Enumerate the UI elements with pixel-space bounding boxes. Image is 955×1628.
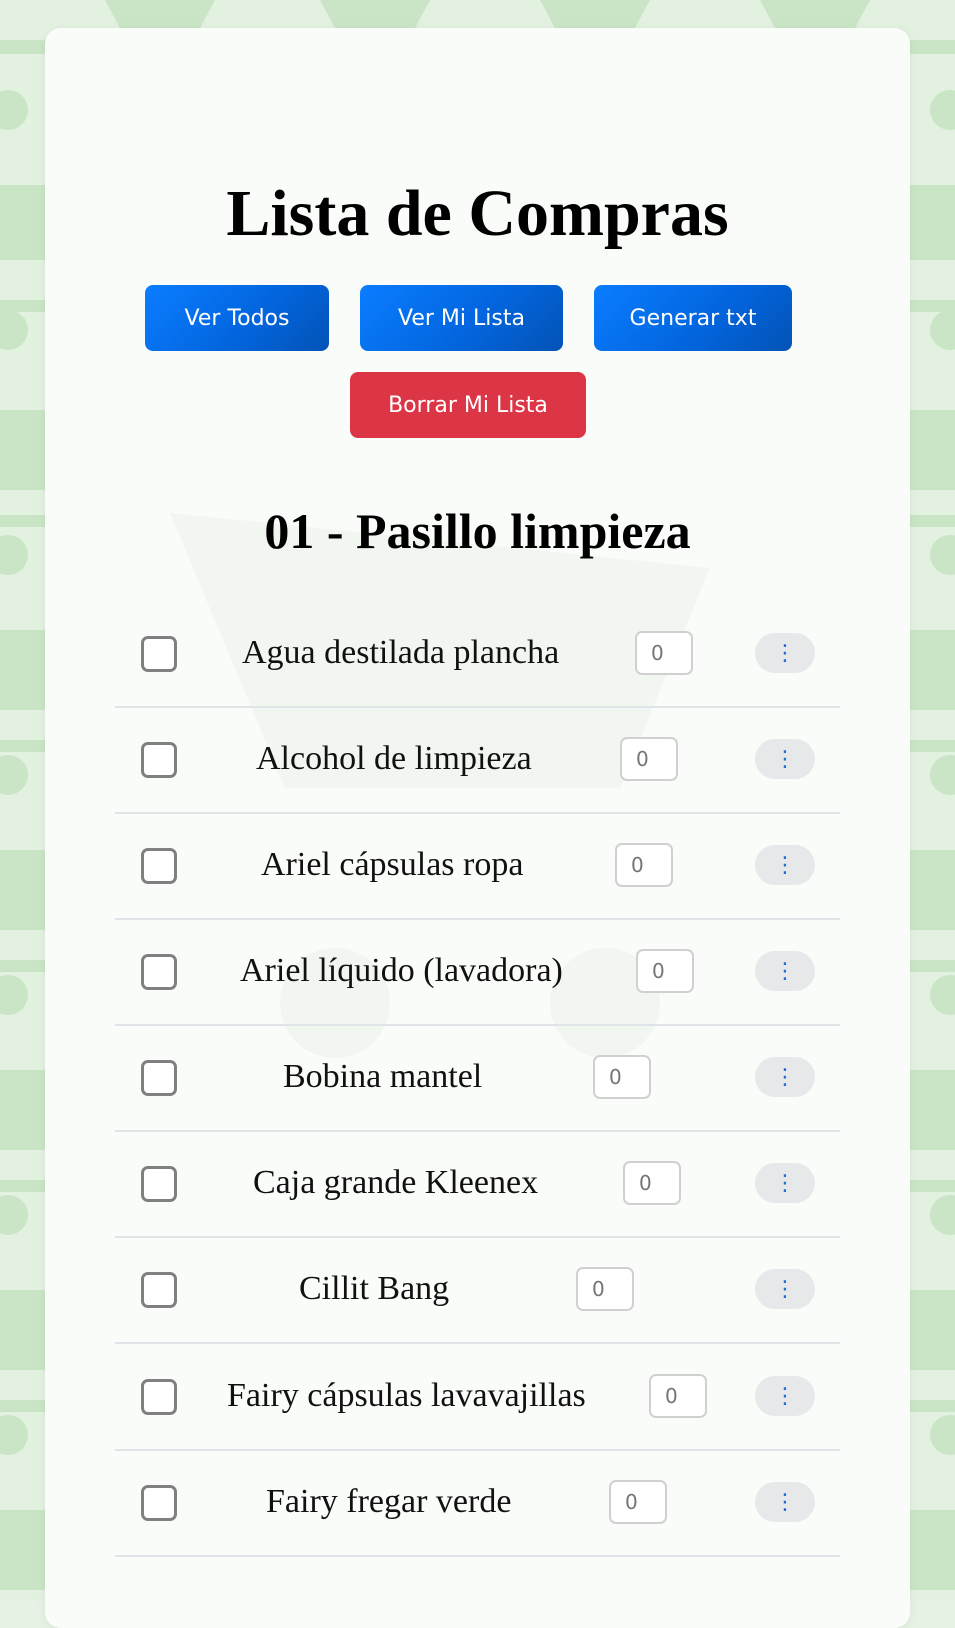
item-checkbox[interactable]: [141, 1272, 177, 1308]
kebab-menu-icon: ⋮: [774, 1276, 796, 1302]
list-item: Cillit Bang ⋮: [115, 1236, 840, 1344]
kebab-menu-icon: ⋮: [774, 1489, 796, 1515]
item-checkbox[interactable]: [141, 1379, 177, 1415]
kebab-menu-icon: ⋮: [774, 1064, 796, 1090]
item-checkbox[interactable]: [141, 1485, 177, 1521]
quantity-input[interactable]: [576, 1267, 634, 1311]
section-title: 01 - Pasillo limpieza: [264, 503, 691, 559]
ver-todos-button[interactable]: Ver Todos: [145, 285, 329, 351]
list-item: Bobina mantel ⋮: [115, 1024, 840, 1132]
list-item: Fairy fregar verde ⋮: [115, 1449, 840, 1557]
item-menu-button[interactable]: ⋮: [755, 845, 815, 885]
item-name: Bobina mantel: [283, 1058, 483, 1095]
page-title: Lista de Compras: [226, 177, 729, 250]
item-menu-button[interactable]: ⋮: [755, 633, 815, 673]
list-item: Agua destilada plancha ⋮: [115, 600, 840, 708]
list-item: Alcohol de limpieza ⋮: [115, 706, 840, 814]
item-checkbox[interactable]: [141, 848, 177, 884]
item-name: Fairy cápsulas lavavajillas: [227, 1377, 586, 1414]
item-menu-button[interactable]: ⋮: [755, 1482, 815, 1522]
list-item: Ariel cápsulas ropa ⋮: [115, 812, 840, 920]
quantity-input[interactable]: [609, 1480, 667, 1524]
item-name: Alcohol de limpieza: [256, 740, 532, 777]
kebab-menu-icon: ⋮: [774, 852, 796, 878]
item-name: Cillit Bang: [299, 1270, 450, 1307]
quantity-input[interactable]: [649, 1374, 707, 1418]
item-checkbox[interactable]: [141, 954, 177, 990]
item-checkbox[interactable]: [141, 1166, 177, 1202]
item-name: Fairy fregar verde: [266, 1483, 512, 1520]
quantity-input[interactable]: [635, 631, 693, 675]
list-item: Caja grande Kleenex ⋮: [115, 1130, 840, 1238]
item-checkbox[interactable]: [141, 742, 177, 778]
kebab-menu-icon: ⋮: [774, 1383, 796, 1409]
borrar-mi-lista-button[interactable]: Borrar Mi Lista: [350, 372, 586, 438]
quantity-input[interactable]: [593, 1055, 651, 1099]
item-name: Caja grande Kleenex: [253, 1164, 539, 1201]
list-item: Fairy cápsulas lavavajillas ⋮: [115, 1343, 840, 1451]
item-checkbox[interactable]: [141, 1060, 177, 1096]
kebab-menu-icon: ⋮: [774, 958, 796, 984]
kebab-menu-icon: ⋮: [774, 640, 796, 666]
kebab-menu-icon: ⋮: [774, 746, 796, 772]
quantity-input[interactable]: [620, 737, 678, 781]
quantity-input[interactable]: [623, 1161, 681, 1205]
item-name: Agua destilada plancha: [242, 634, 560, 671]
item-menu-button[interactable]: ⋮: [755, 739, 815, 779]
item-menu-button[interactable]: ⋮: [755, 1269, 815, 1309]
quantity-input[interactable]: [636, 949, 694, 993]
item-menu-button[interactable]: ⋮: [755, 951, 815, 991]
item-checkbox[interactable]: [141, 636, 177, 672]
list-item: Ariel líquido (lavadora) ⋮: [115, 918, 840, 1026]
item-name: Ariel líquido (lavadora): [240, 952, 563, 989]
kebab-menu-icon: ⋮: [774, 1170, 796, 1196]
ver-mi-lista-button[interactable]: Ver Mi Lista: [360, 285, 563, 351]
quantity-input[interactable]: [615, 843, 673, 887]
item-name: Ariel cápsulas ropa: [261, 846, 524, 883]
item-menu-button[interactable]: ⋮: [755, 1163, 815, 1203]
item-menu-button[interactable]: ⋮: [755, 1057, 815, 1097]
item-menu-button[interactable]: ⋮: [755, 1376, 815, 1416]
generar-txt-button[interactable]: Generar txt: [594, 285, 792, 351]
